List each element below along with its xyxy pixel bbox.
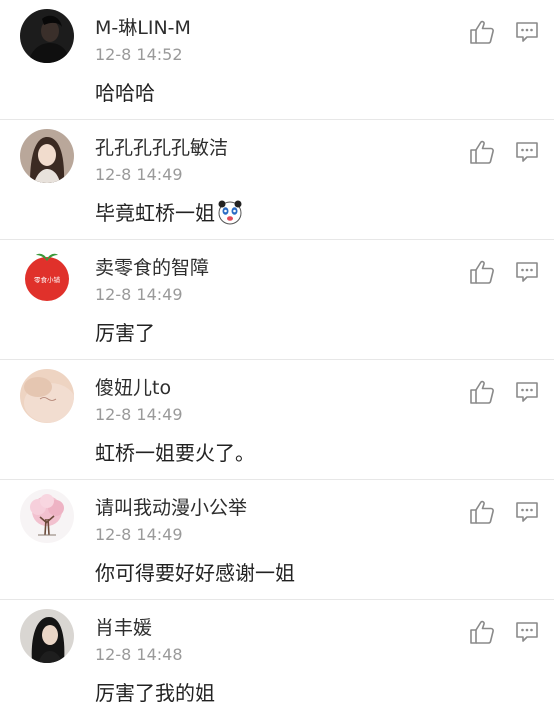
reply-button[interactable]: [515, 260, 539, 284]
thumbs-up-icon: [470, 140, 494, 164]
thumbs-up-icon: [470, 620, 494, 644]
username[interactable]: 请叫我动漫小公举: [95, 493, 247, 520]
reply-button[interactable]: [515, 500, 539, 524]
timestamp: 12-8 14:49: [95, 165, 183, 184]
avatar[interactable]: [20, 129, 74, 183]
comment-bubble-icon: [516, 622, 538, 642]
timestamp: 12-8 14:49: [95, 405, 183, 424]
like-button[interactable]: [468, 618, 496, 646]
comment-text: 你可得要好好感谢一姐: [95, 557, 295, 586]
thumbs-up-icon: [470, 500, 494, 524]
comment-text: 虹桥一姐要火了。: [95, 437, 255, 466]
reply-button[interactable]: [515, 380, 539, 404]
timestamp: 12-8 14:52: [95, 45, 183, 64]
comment-item: 傻妞儿to 12-8 14:49 虹桥一姐要火了。: [0, 360, 554, 480]
reply-button[interactable]: [515, 140, 539, 164]
comment-text-body: 虹桥一姐要火了。: [95, 441, 255, 465]
reply-button[interactable]: [515, 620, 539, 644]
dark-portrait-avatar-icon: [20, 9, 74, 63]
comment-text: 毕竟虹桥一姐: [95, 197, 243, 226]
reply-button[interactable]: [515, 20, 539, 44]
comment-text-body: 毕竟虹桥一姐: [95, 201, 215, 225]
comment-bubble-icon: [516, 502, 538, 522]
comment-text: 哈哈哈: [95, 77, 155, 106]
skin-closeup-avatar-icon: [20, 369, 74, 423]
portrait-avatar-icon: [20, 129, 74, 183]
comment-text: 厉害了: [95, 317, 155, 346]
comment-item: 肖丰媛 12-8 14:48 厉害了我的姐: [0, 600, 554, 715]
like-button[interactable]: [468, 378, 496, 406]
timestamp: 12-8 14:49: [95, 285, 183, 304]
username[interactable]: 孔孔孔孔孔敏洁: [95, 133, 228, 160]
avatar[interactable]: [20, 369, 74, 423]
like-button[interactable]: [468, 498, 496, 526]
comment-text-body: 哈哈哈: [95, 81, 155, 105]
comment-item: 零食小铺 卖零食的智障 12-8 14:49 厉害了: [0, 240, 554, 360]
comment-item: 请叫我动漫小公举 12-8 14:49 你可得要好好感谢一姐: [0, 480, 554, 600]
dark-hair-portrait-avatar-icon: [20, 609, 74, 663]
comment-item: 孔孔孔孔孔敏洁 12-8 14:49 毕竟虹桥一姐: [0, 120, 554, 240]
comment-bubble-icon: [516, 142, 538, 162]
comment-bubble-icon: [516, 22, 538, 42]
comment-text-body: 厉害了: [95, 321, 155, 345]
thumbs-up-icon: [470, 20, 494, 44]
pink-tree-avatar-icon: [20, 489, 74, 543]
panda-face-emoji-icon: [217, 199, 243, 225]
avatar[interactable]: 零食小铺: [20, 249, 74, 303]
comment-text-body: 你可得要好好感谢一姐: [95, 561, 295, 585]
like-button[interactable]: [468, 18, 496, 46]
avatar-logo-text: 零食小铺: [34, 275, 61, 284]
timestamp: 12-8 14:49: [95, 525, 183, 544]
avatar[interactable]: [20, 9, 74, 63]
username[interactable]: 卖零食的智障: [95, 253, 209, 280]
thumbs-up-icon: [470, 380, 494, 404]
avatar[interactable]: [20, 609, 74, 663]
username[interactable]: 傻妞儿to: [95, 373, 171, 400]
username[interactable]: 肖丰媛: [95, 613, 152, 640]
username[interactable]: M-琳LIN-M: [95, 13, 191, 40]
red-apple-logo-avatar-icon: 零食小铺: [20, 249, 74, 303]
comment-item: M-琳LIN-M 12-8 14:52 哈哈哈: [0, 0, 554, 120]
comment-list: M-琳LIN-M 12-8 14:52 哈哈哈 孔孔孔孔孔敏洁 12-8 14:…: [0, 0, 554, 715]
comment-text: 厉害了我的姐: [95, 677, 215, 706]
comment-bubble-icon: [516, 382, 538, 402]
like-button[interactable]: [468, 258, 496, 286]
comment-text-body: 厉害了我的姐: [95, 681, 215, 705]
avatar[interactable]: [20, 489, 74, 543]
comment-bubble-icon: [516, 262, 538, 282]
thumbs-up-icon: [470, 260, 494, 284]
like-button[interactable]: [468, 138, 496, 166]
timestamp: 12-8 14:48: [95, 645, 183, 664]
